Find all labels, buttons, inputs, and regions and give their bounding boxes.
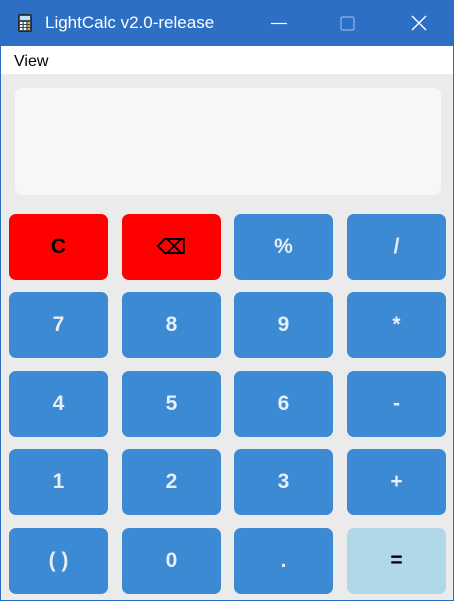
clear-button[interactable]: C xyxy=(9,214,108,280)
digit-1-button[interactable]: 1 xyxy=(9,449,108,515)
calculator-window: LightCalc v2.0-release View C ⌫ % / 7 8 xyxy=(0,0,454,601)
digit-6-button[interactable]: 6 xyxy=(234,371,333,437)
keypad: C ⌫ % / 7 8 9 * 4 5 6 - 1 2 3 + ( ) 0 . … xyxy=(1,1,453,600)
plus-button[interactable]: + xyxy=(347,449,446,515)
divide-button[interactable]: / xyxy=(347,214,446,280)
minus-button[interactable]: - xyxy=(347,371,446,437)
percent-button[interactable]: % xyxy=(234,214,333,280)
digit-7-button[interactable]: 7 xyxy=(9,292,108,358)
digit-8-button[interactable]: 8 xyxy=(122,292,221,358)
digit-4-button[interactable]: 4 xyxy=(9,371,108,437)
parentheses-button[interactable]: ( ) xyxy=(9,528,108,594)
backspace-button[interactable]: ⌫ xyxy=(122,214,221,280)
digit-2-button[interactable]: 2 xyxy=(122,449,221,515)
decimal-button[interactable]: . xyxy=(234,528,333,594)
digit-5-button[interactable]: 5 xyxy=(122,371,221,437)
digit-3-button[interactable]: 3 xyxy=(234,449,333,515)
equals-button[interactable]: = xyxy=(347,528,446,594)
digit-9-button[interactable]: 9 xyxy=(234,292,333,358)
digit-0-button[interactable]: 0 xyxy=(122,528,221,594)
multiply-button[interactable]: * xyxy=(347,292,446,358)
